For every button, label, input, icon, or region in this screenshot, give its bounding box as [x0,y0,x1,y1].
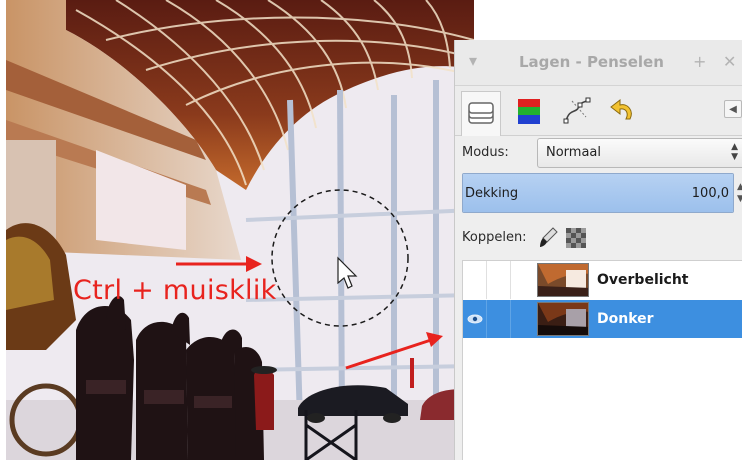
chain-toggle[interactable] [487,261,511,299]
mode-label: Modus: [462,145,509,160]
tab-paths[interactable] [557,92,597,130]
layer-thumbnail-image [538,264,588,296]
visibility-toggle[interactable] [463,261,487,299]
eye-icon [467,314,483,324]
image-canvas[interactable]: Ctrl + muisklik [6,0,474,460]
opacity-slider[interactable]: Dekking 100,0 [462,173,734,213]
layer-row[interactable]: Overbelicht [463,261,742,299]
mode-select[interactable]: Normaal ▲ ▼ [537,138,742,168]
lock-pixels-brush-icon[interactable] [539,226,559,248]
dock-tabs: ◀ [455,86,742,136]
undo-history-icon [610,98,632,120]
channels-icon [518,99,540,124]
chevron-updown-icon: ▲ ▼ [731,142,738,162]
layers-brushes-dock: ▾ Lagen - Penselen + ✕ ◀ Modus: Normaal … [454,40,742,460]
opacity-value: 100,0 [691,186,729,201]
window-menu-icon[interactable]: ▾ [469,51,477,70]
tab-layers[interactable] [461,91,501,136]
layer-thumbnail [537,302,589,336]
annotation-label: Ctrl + muisklik [73,275,277,306]
layer-row-selected[interactable]: Donker [463,300,742,338]
layers-list: Overbelicht Donker [462,260,742,460]
paths-icon [563,97,591,124]
lock-alpha-checker-icon[interactable] [566,228,586,248]
opacity-label: Dekking [465,186,519,201]
maximize-icon[interactable]: + [693,52,706,71]
layer-name[interactable]: Overbelicht [597,272,689,288]
lock-label: Koppelen: [462,230,527,245]
mode-row: Modus: Normaal ▲ ▼ [455,136,742,170]
opacity-row: Dekking 100,0 ▲ ▼ [462,173,742,213]
dock-titlebar[interactable]: ▾ Lagen - Penselen + ✕ [455,40,742,86]
tab-undo-history[interactable] [603,92,643,130]
layer-thumbnail [537,263,589,297]
dock-title: Lagen - Penselen [519,53,664,71]
tab-channels[interactable] [509,92,549,130]
layer-name[interactable]: Donker [597,311,654,327]
layers-icon [468,102,494,124]
lock-row: Koppelen: [455,222,742,254]
opacity-spin-icon[interactable]: ▲ ▼ [737,181,742,205]
tab-menu-icon[interactable]: ◀ [724,100,742,118]
layer-thumbnail-image [538,303,588,335]
chain-toggle[interactable] [487,300,511,338]
mode-value: Normaal [546,145,602,160]
museum-hall-photo [6,0,474,460]
visibility-toggle[interactable] [463,300,487,338]
close-icon[interactable]: ✕ [723,52,736,71]
